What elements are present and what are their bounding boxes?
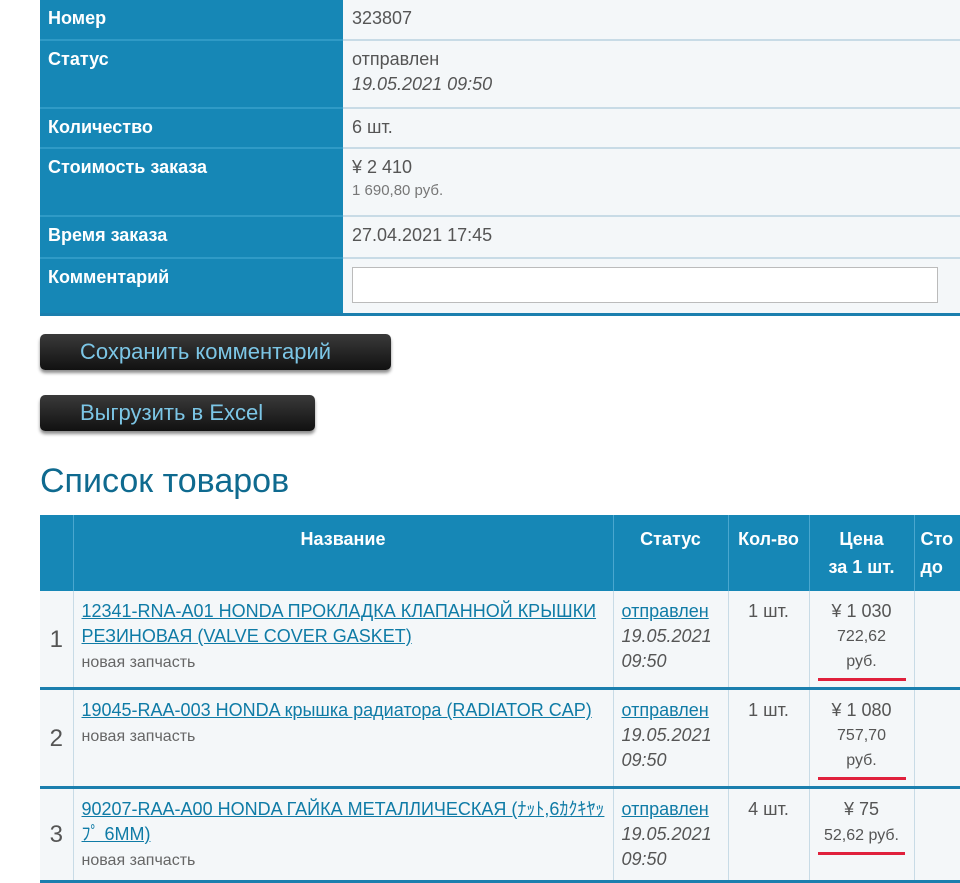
row-price-cell: ¥ 1 080 757,70 руб. [809, 688, 915, 789]
status-date: 19.05.2021 09:50 [621, 626, 712, 671]
order-cost-cell: ¥ 2 410 1 690,80 руб. [343, 148, 960, 217]
row-qty: 1 шт. [728, 688, 810, 789]
price-yen: ¥ 1 080 [831, 700, 892, 720]
order-status-date: 19.05.2021 09:50 [352, 74, 493, 94]
price-rub: 757,70 руб. [817, 723, 906, 780]
order-number-value: 323807 [343, 0, 960, 41]
part-condition: новая запчасть [81, 654, 196, 671]
header-price-line2: за 1 шт. [828, 557, 895, 577]
row-total-cell [914, 591, 960, 690]
row-status-cell: отправлен 19.05.2021 09:50 [613, 591, 729, 690]
row-number: 1 [40, 591, 74, 690]
price-yen: ¥ 1 030 [831, 601, 892, 621]
header-total-line1: Сто [920, 529, 954, 549]
row-status-cell: отправлен 19.05.2021 09:50 [613, 787, 729, 883]
save-comment-button[interactable]: Сохранить комментарий [40, 334, 391, 370]
order-status-cell: отправлен 19.05.2021 09:50 [343, 40, 960, 109]
order-cost-yen: ¥ 2 410 [352, 157, 413, 177]
order-comment-label: Комментарий [40, 258, 343, 316]
row-total-cell [914, 688, 960, 789]
order-status-value: отправлен [352, 49, 440, 69]
order-qty-value: 6 шт. [343, 108, 960, 149]
price-yen: ¥ 75 [843, 799, 880, 819]
status-date: 19.05.2021 09:50 [621, 824, 712, 869]
row-name-cell: 12341-RNA-A01 HONDA ПРОКЛАДКА КЛАПАННОЙ … [73, 591, 614, 690]
row-total-cell [914, 787, 960, 883]
part-condition: новая запчасть [81, 852, 196, 869]
items-table: Название Статус Кол-во Цена за 1 шт. Сто… [40, 515, 960, 883]
part-condition: новая запчасть [81, 728, 196, 745]
row-status-cell: отправлен 19.05.2021 09:50 [613, 688, 729, 789]
order-time-label: Время заказа [40, 216, 343, 259]
order-cost-label: Стоимость заказа [40, 148, 343, 217]
status-link[interactable]: отправлен [622, 601, 709, 621]
table-row: 1 12341-RNA-A01 HONDA ПРОКЛАДКА КЛАПАННО… [40, 591, 960, 690]
part-link[interactable]: 90207-RAA-A00 HONDA ГАЙКА МЕТАЛЛИЧЕСКАЯ … [82, 799, 605, 844]
order-comment-cell [343, 258, 960, 316]
header-price-line1: Цена [839, 529, 884, 549]
header-price: Цена за 1 шт. [809, 515, 915, 591]
row-price-cell: ¥ 75 52,62 руб. [809, 787, 915, 883]
header-name: Название [73, 515, 614, 591]
items-heading: Список товаров [40, 462, 290, 500]
row-qty: 4 шт. [728, 787, 810, 883]
table-row: 3 90207-RAA-A00 HONDA ГАЙКА МЕТАЛЛИЧЕСКА… [40, 787, 960, 883]
order-number-label: Номер [40, 0, 343, 41]
row-number: 3 [40, 787, 74, 883]
order-cost-rub: 1 690,80 руб. [352, 182, 444, 199]
header-total-line2: до [920, 557, 943, 577]
header-status: Статус [613, 515, 729, 591]
order-qty-label: Количество [40, 108, 343, 149]
row-name-cell: 19045-RAA-003 HONDA крышка радиатора (RA… [73, 688, 614, 789]
price-rub: 52,62 руб. [818, 823, 905, 855]
comment-input[interactable] [352, 267, 938, 303]
row-name-cell: 90207-RAA-A00 HONDA ГАЙКА МЕТАЛЛИЧЕСКАЯ … [73, 787, 614, 883]
export-excel-button[interactable]: Выгрузить в Excel [40, 395, 315, 431]
row-number: 2 [40, 688, 74, 789]
price-rub: 722,62 руб. [817, 624, 906, 681]
header-num [40, 515, 74, 591]
header-qty: Кол-во [728, 515, 810, 591]
row-price-cell: ¥ 1 030 722,62 руб. [809, 591, 915, 690]
status-link[interactable]: отправлен [622, 700, 709, 720]
row-qty: 1 шт. [728, 591, 810, 690]
part-link[interactable]: 12341-RNA-A01 HONDA ПРОКЛАДКА КЛАПАННОЙ … [82, 601, 597, 646]
order-time-value: 27.04.2021 17:45 [343, 216, 960, 259]
items-header-row: Название Статус Кол-во Цена за 1 шт. Сто… [40, 515, 960, 591]
order-status-label: Статус [40, 40, 343, 109]
table-row: 2 19045-RAA-003 HONDA крышка радиатора (… [40, 688, 960, 789]
status-date: 19.05.2021 09:50 [621, 725, 712, 770]
header-total: Сто до [914, 515, 960, 591]
part-link[interactable]: 19045-RAA-003 HONDA крышка радиатора (RA… [82, 700, 592, 720]
status-link[interactable]: отправлен [622, 799, 709, 819]
order-info-table: Номер 323807 Статус отправлен 19.05.2021… [40, 0, 960, 316]
